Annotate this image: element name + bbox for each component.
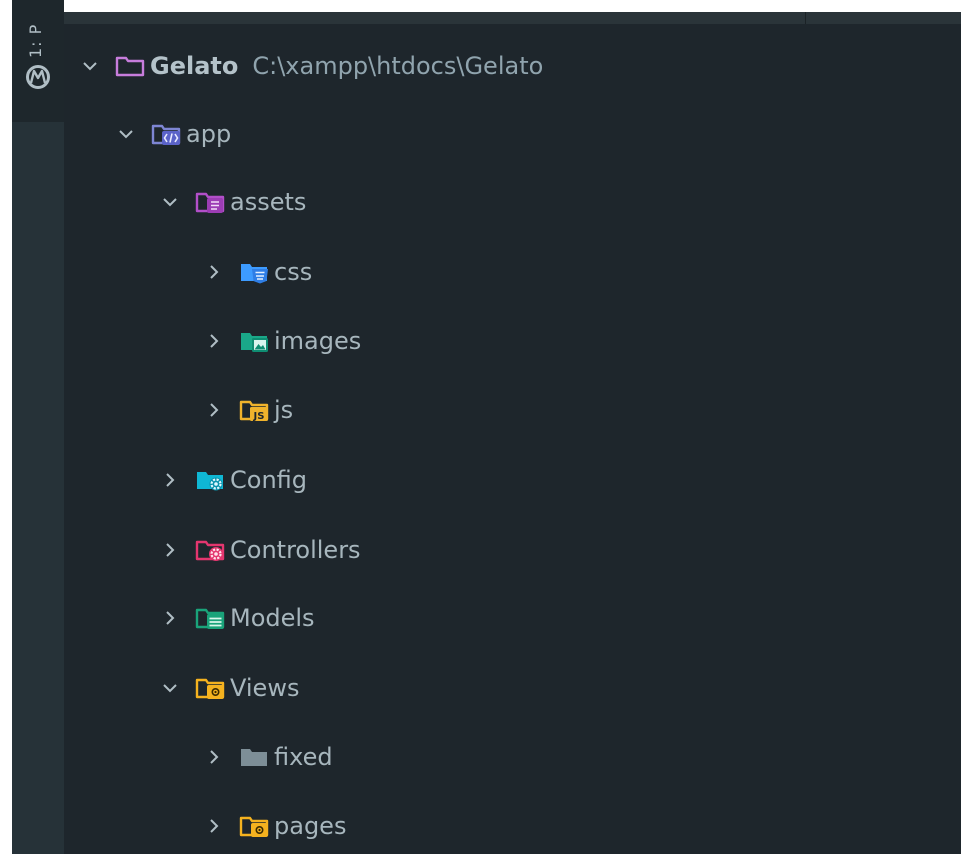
tree-header-strip (64, 12, 961, 24)
tree-row-css[interactable]: css (204, 252, 312, 292)
config-folder-icon (197, 472, 223, 491)
tree-row-fixed[interactable]: fixed (204, 737, 333, 777)
tree-row-root[interactable]: Gelato C:\xampp\htdocs\Gelato (80, 46, 543, 86)
chevron-right-icon[interactable] (160, 608, 180, 628)
chevron-right-icon[interactable] (204, 262, 224, 282)
tree-row-controllers[interactable]: Controllers (160, 530, 361, 570)
tree-item-label: Models (230, 604, 315, 632)
models-folder-icon (195, 608, 225, 629)
chevron-right-icon[interactable] (160, 540, 180, 560)
chevron-down-icon[interactable] (80, 56, 100, 76)
tree-item-label: Controllers (230, 536, 361, 564)
js-folder-icon: JS (239, 400, 269, 422)
tree-row-assets[interactable]: assets (160, 182, 306, 222)
tool-window-stripe-lower (12, 122, 64, 854)
chevron-right-icon[interactable] (204, 747, 224, 767)
root-folder-path: C:\xampp\htdocs\Gelato (252, 52, 544, 80)
css-folder-icon (241, 264, 268, 284)
images-folder-icon (241, 333, 268, 352)
tree-row-pages[interactable]: pages (204, 806, 346, 846)
tree-item-label: fixed (274, 743, 333, 771)
tool-window-stripe (12, 0, 64, 122)
tree-row-models[interactable]: Models (160, 598, 315, 638)
controllers-folder-icon (195, 540, 225, 561)
folder-icon (241, 749, 267, 766)
chevron-down-icon[interactable] (160, 192, 180, 212)
tree-item-label: assets (230, 188, 307, 216)
tree-item-label: app (186, 120, 232, 148)
header-divider (805, 12, 806, 24)
assets-folder-icon (195, 192, 225, 213)
chevron-right-icon[interactable] (204, 400, 224, 420)
tree-item-label: js (274, 396, 294, 424)
chevron-right-icon[interactable] (160, 470, 180, 490)
tree-item-label: Views (230, 674, 300, 702)
svg-text:JS: JS (253, 411, 265, 422)
project-tool-window: 1: P Gelato C:\xampp\htdocs\Gelato app a… (0, 0, 961, 854)
tree-item-label: pages (274, 812, 347, 840)
tree-row-app[interactable]: app (116, 114, 231, 154)
chevron-right-icon[interactable] (204, 816, 224, 836)
project-tab-label[interactable]: 1: P (26, 24, 45, 58)
chevron-right-icon[interactable] (204, 331, 224, 351)
tree-row-js[interactable]: JS js (204, 390, 293, 430)
root-folder-name: Gelato (150, 52, 239, 80)
globe-icon[interactable] (24, 63, 52, 91)
tree-item-label: images (274, 327, 362, 355)
chevron-down-icon[interactable] (160, 678, 180, 698)
views-folder-icon (195, 678, 225, 699)
chevron-down-icon[interactable] (116, 124, 136, 144)
tree-item-label: Config (230, 466, 308, 494)
tree-item-label: css (274, 258, 313, 286)
tree-row-config[interactable]: Config (160, 460, 307, 500)
views-folder-icon (239, 816, 269, 837)
folder-outline-icon (115, 56, 145, 77)
tree-row-images[interactable]: images (204, 321, 361, 361)
tree-row-views[interactable]: Views (160, 668, 299, 708)
code-folder-icon (151, 124, 181, 145)
